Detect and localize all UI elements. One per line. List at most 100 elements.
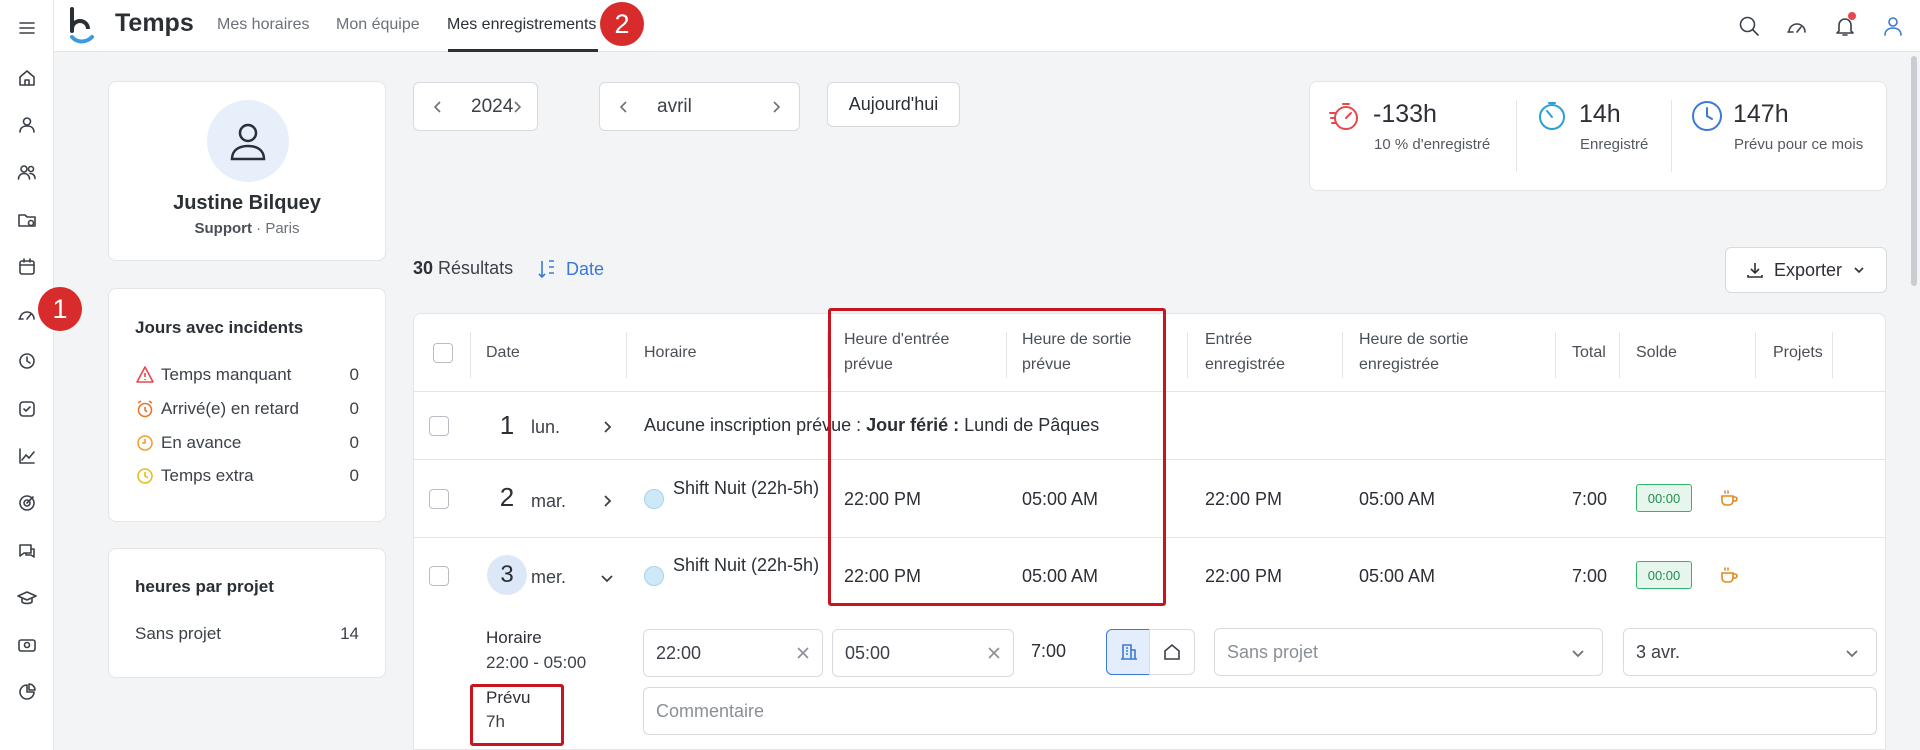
speedometer-icon[interactable] (13, 300, 41, 328)
incident-row-temps-manquant: Temps manquant 0 (135, 363, 359, 387)
id-card-icon[interactable] (13, 631, 41, 659)
recorded-in: 22:00 PM (1205, 489, 1283, 509)
incident-label: En avance (161, 433, 242, 452)
header-recorded-out-line2: enregistrée (1359, 356, 1440, 373)
column-separator (626, 332, 627, 378)
start-time-value: 22:00 (656, 643, 702, 663)
home-icon (1164, 643, 1180, 660)
chevron-right-icon[interactable] (766, 97, 786, 117)
bell-icon[interactable] (1833, 12, 1857, 38)
chat-icon[interactable] (13, 537, 41, 565)
tab-mes-enregistrements[interactable]: Mes enregistrements (447, 16, 596, 34)
today-button[interactable]: Aujourd'hui (827, 82, 960, 127)
detail-horaire-label: Horaire (486, 628, 542, 647)
header-recorded-in-line1: Entrée (1205, 331, 1253, 348)
stat-value-balance: -133h (1373, 100, 1437, 128)
chevron-left-icon[interactable] (428, 97, 448, 117)
app-logo-icon[interactable] (68, 7, 102, 45)
calendar-icon[interactable] (13, 253, 41, 281)
solde-badge: 00:00 (1636, 484, 1692, 512)
annotation-marker-2: 2 (600, 2, 644, 46)
shift-color-dot (644, 566, 664, 586)
project-select-value: Sans projet (1227, 642, 1319, 662)
clock-icon (1690, 99, 1724, 133)
chevron-right-icon[interactable] (507, 97, 527, 117)
stat-value-planned: 147h (1733, 100, 1789, 128)
end-time-input[interactable]: 05:00 (832, 629, 1014, 677)
alarm-clock-icon (137, 400, 153, 418)
header-date[interactable]: Date (486, 340, 520, 365)
header-recorded-in-line2: enregistrée (1205, 356, 1286, 373)
highlight-planned-columns (828, 308, 1166, 606)
notification-dot (1848, 12, 1856, 20)
coffee-break-icon[interactable] (1719, 489, 1739, 509)
chart-line-icon[interactable] (13, 442, 41, 470)
chevron-right-icon[interactable] (599, 493, 615, 509)
users-icon[interactable] (13, 158, 41, 186)
menu-icon[interactable] (13, 14, 41, 42)
sort-button[interactable]: Date (536, 258, 604, 280)
stat-divider (1516, 100, 1517, 172)
warning-triangle-icon (136, 366, 154, 383)
home-icon[interactable] (13, 64, 41, 92)
header-recorded-out[interactable]: Heure de sortie enregistrée (1359, 327, 1468, 377)
tab-mon-equipe[interactable]: Mon équipe (336, 16, 420, 34)
stopwatch-icon (1328, 99, 1362, 133)
tab-mes-horaires[interactable]: Mes horaires (217, 16, 309, 34)
row-checkbox[interactable] (429, 566, 449, 586)
row-checkbox[interactable] (429, 416, 449, 436)
user-icon[interactable] (13, 111, 41, 139)
shift-name: Shift Nuit (22h-5h) (673, 555, 820, 575)
profile-separator: · (251, 220, 266, 237)
clear-icon[interactable] (985, 644, 1003, 662)
scrollbar-thumb[interactable] (1911, 56, 1917, 286)
graduation-icon[interactable] (13, 584, 41, 612)
chevron-right-icon[interactable] (599, 419, 615, 435)
date-select[interactable]: 3 avr. (1623, 628, 1877, 676)
stat-label-balance: 10 % d'enregistré (1374, 136, 1491, 153)
search-icon[interactable] (1737, 14, 1761, 38)
recorded-in: 22:00 PM (1205, 566, 1283, 586)
header-solde[interactable]: Solde (1636, 340, 1677, 365)
office-location-button[interactable] (1106, 629, 1152, 675)
coffee-break-icon[interactable] (1719, 566, 1739, 586)
header-horaire[interactable]: Horaire (644, 340, 696, 365)
clock-icon[interactable] (13, 347, 41, 375)
clear-icon[interactable] (794, 644, 812, 662)
chevron-left-icon[interactable] (614, 97, 634, 117)
incident-value: 0 (349, 433, 359, 452)
incident-value: 0 (349, 399, 359, 418)
export-label: Exporter (1773, 259, 1843, 280)
chevron-down-icon (1844, 645, 1860, 661)
incident-label: Temps manquant (161, 365, 292, 384)
target-icon[interactable] (13, 489, 41, 517)
checkbox-icon[interactable] (13, 395, 41, 423)
chevron-down-icon (1570, 645, 1586, 661)
results-count: 30 Résultats (413, 258, 513, 279)
user-icon[interactable] (1881, 14, 1905, 38)
active-tab-indicator (448, 49, 598, 52)
chevron-down-icon[interactable] (599, 570, 615, 586)
pie-chart-icon[interactable] (13, 678, 41, 706)
highlight-prevu (470, 684, 564, 746)
stat-value-recorded: 14h (1579, 100, 1621, 128)
row-checkbox[interactable] (429, 489, 449, 509)
column-separator (470, 332, 471, 378)
export-button[interactable]: Exporter (1725, 247, 1887, 293)
comment-input[interactable]: Commentaire (643, 687, 1877, 735)
comment-placeholder: Commentaire (656, 701, 765, 721)
speedometer-icon[interactable] (1785, 14, 1809, 38)
header-recorded-in[interactable]: Entrée enregistrée (1205, 327, 1285, 377)
start-time-input[interactable]: 22:00 (643, 629, 823, 677)
end-time-value: 05:00 (845, 643, 891, 663)
folder-icon[interactable] (13, 206, 41, 234)
home-location-button[interactable] (1149, 629, 1195, 675)
project-select[interactable]: Sans projet (1214, 628, 1603, 676)
header-total[interactable]: Total (1572, 340, 1606, 365)
building-icon (1121, 644, 1137, 660)
select-all-checkbox[interactable] (433, 343, 453, 363)
header-projets[interactable]: Projets (1773, 340, 1823, 365)
incident-row-retard: Arrivé(e) en retard 0 (135, 397, 359, 421)
projects-title: heures par projet (135, 577, 274, 596)
incident-value: 0 (349, 365, 359, 384)
